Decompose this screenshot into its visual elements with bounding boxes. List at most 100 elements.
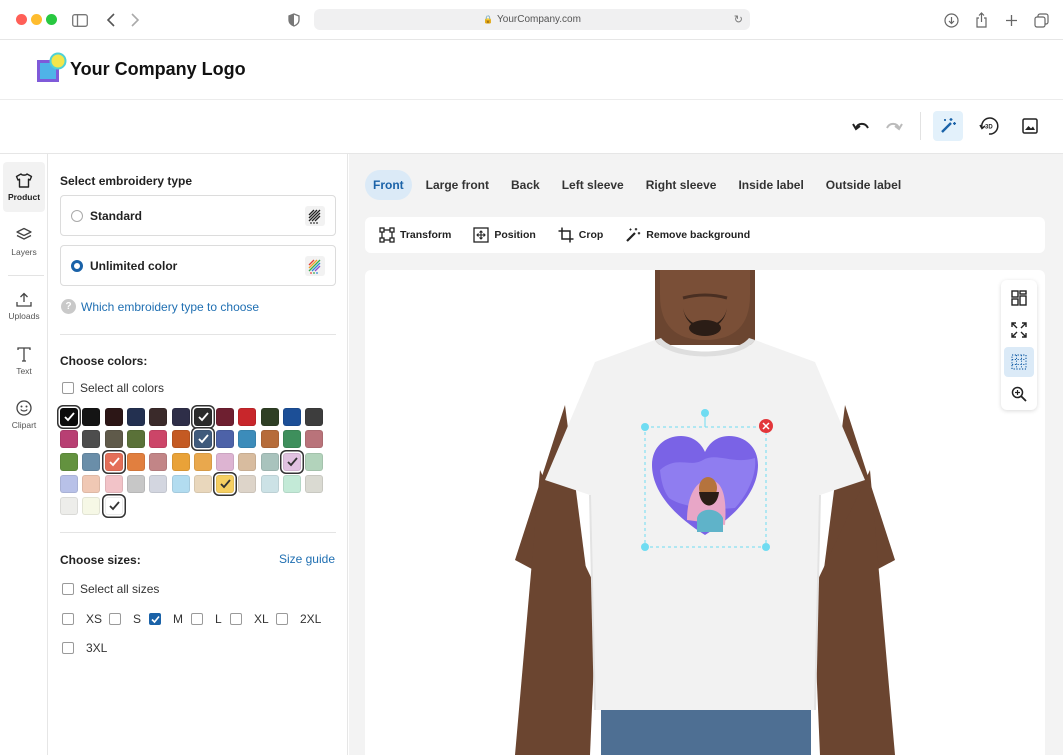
tabs-overview-icon[interactable] [1031, 10, 1051, 30]
grid-view-button[interactable] [1004, 283, 1034, 313]
remove-background-button[interactable]: Remove background [625, 227, 750, 243]
color-swatch[interactable] [149, 452, 168, 471]
color-swatch[interactable] [193, 452, 212, 471]
color-swatch[interactable] [305, 430, 324, 449]
position-button[interactable]: Position [473, 227, 536, 243]
color-swatch[interactable] [82, 497, 101, 516]
tab-left-sleeve[interactable]: Left sleeve [554, 170, 632, 200]
color-swatch[interactable] [149, 430, 168, 449]
color-swatch[interactable] [283, 430, 301, 449]
color-swatch[interactable] [283, 452, 301, 471]
select-all-colors[interactable]: Select all colors [62, 381, 164, 395]
select-all-sizes-checkbox[interactable] [62, 583, 74, 595]
embroidery-option-standard[interactable]: Standard [60, 195, 336, 236]
color-swatch[interactable] [149, 474, 168, 493]
tab-right-sleeve[interactable]: Right sleeve [638, 170, 725, 200]
size-option-xl[interactable]: XL [230, 612, 269, 626]
undo-button[interactable] [846, 111, 876, 141]
color-swatch[interactable] [149, 408, 168, 426]
color-swatch[interactable] [171, 452, 190, 471]
print-area-button[interactable] [1004, 347, 1034, 377]
download-icon[interactable] [941, 10, 961, 30]
color-swatch[interactable] [171, 430, 190, 449]
reload-icon[interactable]: ↻ [734, 13, 743, 26]
size-checkbox[interactable] [109, 613, 121, 625]
shield-icon[interactable] [284, 10, 304, 30]
size-checkbox[interactable] [62, 642, 74, 654]
back-icon[interactable] [101, 10, 121, 30]
size-option-2xl[interactable]: 2XL [276, 612, 321, 626]
size-option-3xl[interactable]: 3XL [62, 641, 107, 655]
color-swatch[interactable] [260, 408, 279, 426]
rail-item-product[interactable]: Product [3, 162, 45, 212]
forward-icon[interactable] [125, 10, 145, 30]
rail-item-uploads[interactable]: Uploads [3, 281, 45, 331]
color-swatch[interactable] [171, 408, 190, 426]
color-swatch[interactable] [60, 452, 78, 471]
tab-outside-label[interactable]: Outside label [818, 170, 909, 200]
new-tab-icon[interactable] [1001, 10, 1021, 30]
color-swatch[interactable] [104, 430, 123, 449]
color-swatch[interactable] [82, 430, 101, 449]
color-swatch[interactable] [216, 452, 235, 471]
color-swatch[interactable] [238, 452, 257, 471]
color-swatch[interactable] [82, 474, 101, 493]
color-swatch[interactable] [82, 452, 101, 471]
color-swatch[interactable] [238, 430, 257, 449]
select-all-sizes[interactable]: Select all sizes [62, 582, 159, 596]
color-swatch[interactable] [126, 408, 145, 426]
size-option-xs[interactable]: XS [62, 612, 102, 626]
size-checkbox[interactable] [276, 613, 288, 625]
tab-large-front[interactable]: Large front [418, 170, 497, 200]
crop-button[interactable]: Crop [558, 227, 603, 243]
maximize-window-button[interactable] [46, 14, 57, 25]
color-swatch[interactable] [260, 452, 279, 471]
3d-view-button[interactable]: 3D [974, 111, 1004, 141]
radio-unlimited[interactable] [71, 260, 83, 272]
size-checkbox[interactable] [230, 613, 242, 625]
fullscreen-button[interactable] [1004, 315, 1034, 345]
color-swatch[interactable] [216, 430, 235, 449]
color-swatch[interactable] [216, 474, 235, 493]
image-view-button[interactable] [1015, 111, 1045, 141]
color-swatch[interactable] [260, 430, 279, 449]
color-swatch[interactable] [126, 474, 145, 493]
color-swatch[interactable] [238, 474, 257, 493]
color-swatch[interactable] [260, 474, 279, 493]
color-swatch[interactable] [60, 408, 78, 426]
color-swatch[interactable] [60, 497, 78, 516]
tab-inside-label[interactable]: Inside label [730, 170, 811, 200]
color-swatch[interactable] [216, 408, 235, 426]
radio-standard[interactable] [71, 210, 83, 222]
close-window-button[interactable] [16, 14, 27, 25]
color-swatch[interactable] [104, 408, 123, 426]
color-swatch[interactable] [60, 430, 78, 449]
color-swatch[interactable] [126, 452, 145, 471]
color-swatch[interactable] [193, 430, 212, 449]
magic-edit-button[interactable] [933, 111, 963, 141]
color-swatch[interactable] [104, 474, 123, 493]
product-canvas[interactable] [365, 270, 1045, 755]
color-swatch[interactable] [283, 474, 301, 493]
color-swatch[interactable] [283, 408, 301, 426]
rail-item-layers[interactable]: Layers [3, 217, 45, 267]
size-option-m[interactable]: M [149, 612, 183, 626]
size-checkbox[interactable] [62, 613, 74, 625]
color-swatch[interactable] [171, 474, 190, 493]
color-swatch[interactable] [104, 452, 123, 471]
transform-button[interactable]: Transform [379, 227, 451, 243]
address-bar[interactable]: 🔒 YourCompany.com ↻ [314, 9, 750, 30]
select-all-colors-checkbox[interactable] [62, 382, 74, 394]
minimize-window-button[interactable] [31, 14, 42, 25]
color-swatch[interactable] [305, 452, 324, 471]
size-option-l[interactable]: L [191, 612, 222, 626]
color-swatch[interactable] [305, 408, 324, 426]
embroidery-help-link[interactable]: ? Which embroidery type to choose [61, 299, 259, 314]
color-swatch[interactable] [126, 430, 145, 449]
share-icon[interactable] [971, 10, 991, 30]
color-swatch[interactable] [193, 408, 212, 426]
redo-button[interactable] [879, 111, 909, 141]
color-swatch[interactable] [238, 408, 257, 426]
color-swatch[interactable] [60, 474, 78, 493]
tab-front[interactable]: Front [365, 170, 412, 200]
